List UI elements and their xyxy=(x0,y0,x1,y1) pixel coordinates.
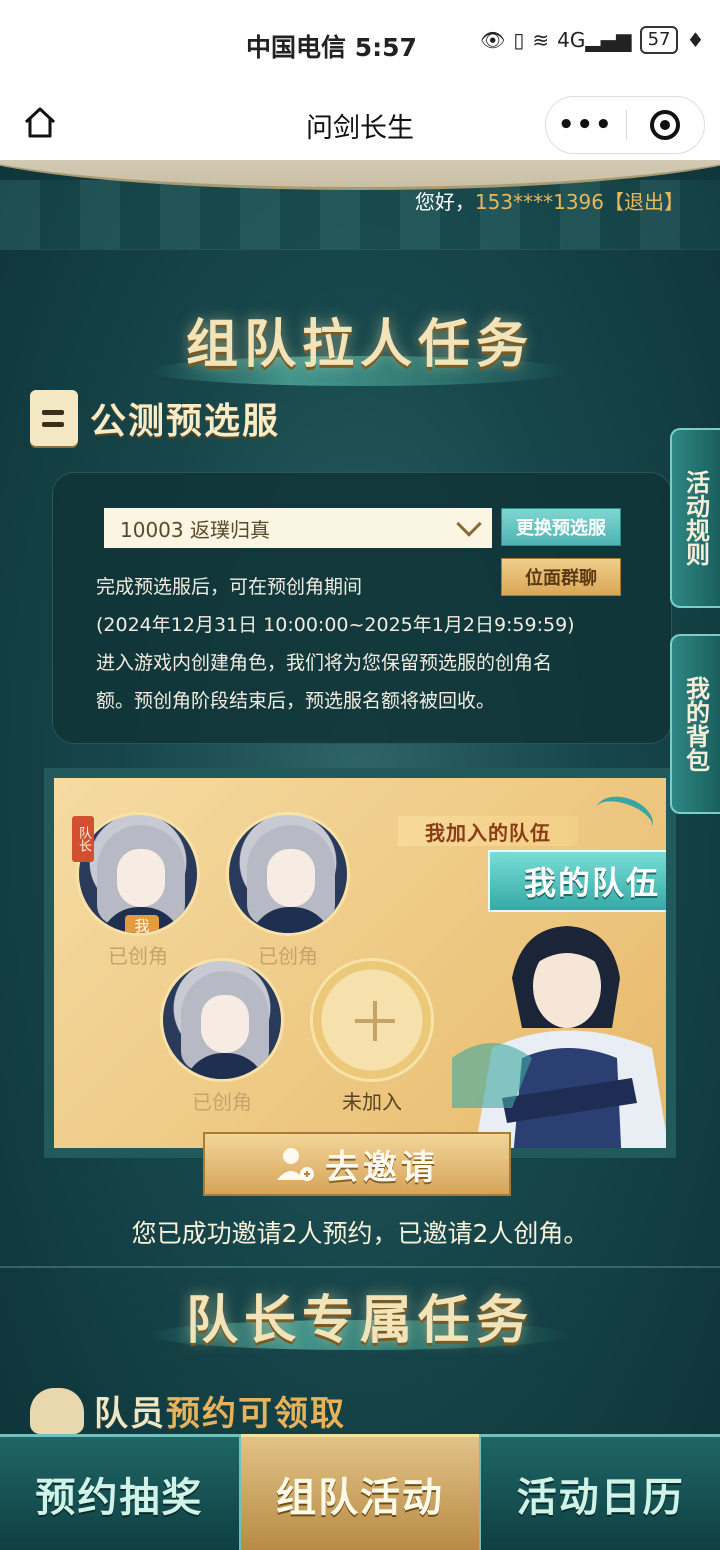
bottom-tab-bar: 预约抽奖 组队活动 活动日历 xyxy=(0,1434,720,1550)
member-task-text: 队员预约可领取 xyxy=(94,1386,346,1435)
team-card: 我 队长 已创角 已创角 已创角 未加入 我加入的队伍 我的队伍 xyxy=(44,768,676,1158)
member-task-highlight: 预约可领取 xyxy=(166,1394,346,1434)
leader-tag: 队长 xyxy=(72,816,94,862)
horse-icon xyxy=(30,1387,84,1434)
server-panel: 10003 返璞归真 更换预选服 位面群聊 完成预选服后，可在预创角期间 (20… xyxy=(52,472,672,744)
notice-line: 完成预选服后，可在预创角期间 xyxy=(96,576,363,598)
more-button[interactable]: ••• xyxy=(546,110,626,140)
swap-arrow-icon xyxy=(588,788,660,848)
invite-status-text: 您已成功邀请2人预约，已邀请2人创角。 xyxy=(131,1219,589,1248)
wifi-icon: ≋ xyxy=(532,28,550,52)
main-content: 您好，153****1396【退出】 组队拉人任务 公测预选服 10003 返璞… xyxy=(0,160,720,1550)
team-member-empty: 未加入 xyxy=(310,958,434,1115)
side-tab-rules[interactable]: 活动规则 xyxy=(670,428,720,608)
tab-calendar[interactable]: 活动日历 xyxy=(479,1434,720,1550)
tab-team-activity[interactable]: 组队活动 xyxy=(240,1434,480,1550)
plus-icon xyxy=(355,1001,395,1041)
notice-line: 进入游戏内创建角色，我们将为您保留预选服的创角名 xyxy=(96,652,553,674)
team-member-leader: 我 队长 已创角 xyxy=(72,812,200,969)
side-tab-bag[interactable]: 我的背包 xyxy=(670,634,720,814)
joined-team-label[interactable]: 我加入的队伍 xyxy=(398,816,578,846)
avatar: 我 xyxy=(76,812,200,936)
vibrate-icon: ▯ xyxy=(513,28,525,52)
eye-icon: 👁 xyxy=(480,28,506,52)
me-badge: 我 xyxy=(125,915,159,933)
team-member: 已创角 xyxy=(160,958,284,1115)
nav-bar: 问剑长生 ••• xyxy=(0,88,720,160)
server-notice: 完成预选服后，可在预创角期间 (2024年12月31日 10:00:00~202… xyxy=(96,568,656,720)
avatar xyxy=(226,812,350,936)
team-card-inner: 我 队长 已创角 已创角 已创角 未加入 我加入的队伍 我的队伍 xyxy=(54,778,666,1148)
user-phone: 153****1396 xyxy=(474,190,604,214)
mini-program-capsule: ••• xyxy=(545,96,705,154)
logout-link[interactable]: 【退出】 xyxy=(604,190,684,214)
status-bar: 中国电信 5:57 👁 ▯ ≋ 4G▂▄▆ 57 ♦ xyxy=(0,0,720,88)
tab-lottery[interactable]: 预约抽奖 xyxy=(0,1434,241,1550)
member-status: 已创角 xyxy=(192,1090,252,1114)
server-select-value: 10003 返璞归真 xyxy=(120,517,270,542)
invite-button-label: 去邀请 xyxy=(325,1147,439,1188)
battery-icon: 57 xyxy=(639,26,679,54)
target-icon xyxy=(650,110,681,140)
my-team-button[interactable]: 我的队伍 xyxy=(488,850,666,912)
empty-status: 未加入 xyxy=(342,1090,402,1114)
subtitle-text: 公测预选服 xyxy=(90,400,281,442)
avatar xyxy=(160,958,284,1082)
subtitle-preselect-server: 公测预选服 xyxy=(30,390,280,446)
chevron-down-icon xyxy=(456,511,482,537)
server-select[interactable]: 10003 返璞归真 xyxy=(104,508,492,548)
member-task-prefix: 队员 xyxy=(94,1394,166,1434)
section-title-leader-task: 队长专属任务 xyxy=(185,1290,534,1351)
character-illustration xyxy=(452,926,666,1148)
member-task-heading: 队员预约可领取 xyxy=(30,1386,346,1435)
document-icon xyxy=(30,390,78,446)
section-title-team-task: 组队拉人任务 xyxy=(185,314,534,375)
leaf-icon: ♦ xyxy=(686,28,705,52)
status-icons: 👁 ▯ ≋ 4G▂▄▆ 57 ♦ xyxy=(480,26,704,54)
add-member-slot[interactable] xyxy=(310,958,434,1082)
team-member: 已创角 xyxy=(226,812,350,969)
notice-line: 额。预创角阶段结束后，预选服名额将被回收。 xyxy=(96,690,496,712)
greeting-text: 您好， xyxy=(414,190,475,214)
user-greeting: 您好，153****1396【退出】 xyxy=(415,186,684,215)
signal-icon: 4G▂▄▆ xyxy=(557,28,632,52)
add-user-icon xyxy=(277,1148,314,1181)
invite-button[interactable]: 去邀请 xyxy=(203,1132,511,1196)
section-divider xyxy=(0,1266,720,1268)
notice-line: (2024年12月31日 10:00:00~2025年1月2日9:59:59) xyxy=(96,614,575,636)
change-server-button[interactable]: 更换预选服 xyxy=(501,508,621,546)
close-target-button[interactable] xyxy=(627,110,705,140)
carrier-time: 中国电信 5:57 xyxy=(246,33,417,62)
